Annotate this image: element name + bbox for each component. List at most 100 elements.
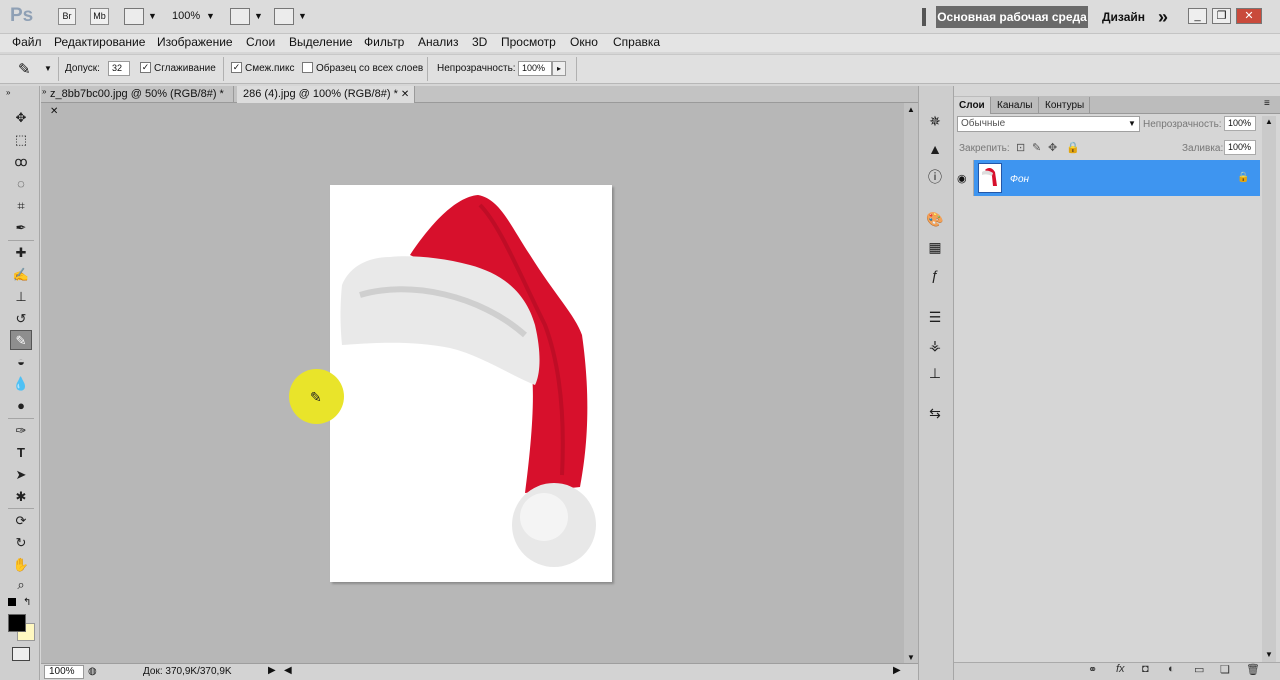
layers-scrollbar[interactable] — [1262, 116, 1276, 662]
blend-mode-select[interactable]: Обычные — [957, 116, 1140, 132]
scroll-down-icon[interactable]: ▼ — [1265, 650, 1273, 659]
chevron-down-icon[interactable]: ▼ — [206, 11, 215, 21]
chevron-down-icon[interactable]: ▼ — [254, 11, 263, 21]
marquee-tool-icon[interactable]: ⬚ — [10, 130, 32, 150]
lock-transparent-icon[interactable]: ⊡ — [1016, 141, 1025, 154]
screen-mode-button[interactable] — [274, 8, 294, 25]
type-tool-icon[interactable]: T — [10, 443, 32, 463]
histogram-panel-icon[interactable]: ▲ — [924, 138, 946, 160]
menu-layers[interactable]: Слои — [246, 35, 275, 49]
masks-panel-icon[interactable]: ⚶ — [924, 334, 946, 356]
workspace-design-button[interactable]: Дизайн — [1102, 10, 1145, 24]
bridge-button[interactable]: Br — [58, 8, 76, 25]
foreground-color-swatch[interactable] — [8, 614, 26, 632]
3d-orbit-tool-icon[interactable]: ↻ — [10, 533, 32, 553]
menu-view[interactable]: Просмотр — [501, 35, 556, 49]
history-panel-icon[interactable]: ⇆ — [924, 402, 946, 424]
status-preview-icon[interactable]: ◍ — [88, 666, 97, 677]
layer-style-icon[interactable]: fx — [1116, 663, 1125, 675]
menu-image[interactable]: Изображение — [157, 35, 233, 49]
clone-source-panel-icon[interactable]: ⊥ — [924, 362, 946, 384]
3d-rotate-tool-icon[interactable]: ⟳ — [10, 511, 32, 531]
new-group-icon[interactable]: ▭ — [1194, 663, 1204, 676]
menu-select[interactable]: Выделение — [289, 35, 353, 49]
menu-file[interactable]: Файл — [12, 35, 42, 49]
brush-tool-icon[interactable]: ✍ — [10, 265, 32, 285]
close-icon[interactable]: ✕ — [401, 89, 409, 100]
lasso-tool-icon[interactable]: ꝏ — [10, 152, 32, 172]
magic-eraser-preset-icon[interactable]: ✎ — [18, 60, 31, 78]
new-layer-icon[interactable]: ❏ — [1220, 663, 1230, 676]
crop-tool-icon[interactable]: ⌗ — [10, 196, 32, 216]
chevron-down-icon[interactable]: ▼ — [1128, 119, 1136, 128]
menu-edit[interactable]: Редактирование — [54, 35, 145, 49]
zoom-level-dropdown[interactable]: 100% — [172, 10, 200, 22]
color-panel-icon[interactable]: 🎨 — [924, 208, 946, 230]
layer-opacity-input[interactable]: 100% — [1224, 116, 1256, 131]
scroll-up-icon[interactable]: ▲ — [1265, 117, 1273, 126]
workspace-essentials-button[interactable]: Основная рабочая среда — [936, 6, 1088, 28]
info-panel-icon[interactable]: ⓘ — [924, 166, 946, 188]
link-layers-icon[interactable]: ⚭ — [1088, 663, 1097, 676]
styles-panel-icon[interactable]: ƒ — [924, 264, 946, 286]
swap-colors-icon[interactable]: ↰ — [23, 597, 31, 608]
chevron-down-icon[interactable]: ▼ — [148, 11, 157, 21]
zoom-status-field[interactable]: 100% — [44, 665, 84, 679]
lock-position-icon[interactable]: ✥ — [1048, 141, 1057, 154]
paint-bucket-tool-icon[interactable]: ◒ — [10, 352, 32, 372]
mini-bridge-button[interactable]: Mb — [90, 8, 109, 25]
quick-selection-tool-icon[interactable]: ◌ — [10, 174, 32, 194]
magic-eraser-tool-icon[interactable]: ✎ — [10, 330, 32, 350]
vertical-scrollbar[interactable] — [904, 103, 918, 663]
healing-brush-tool-icon[interactable]: ✚ — [10, 243, 32, 263]
chevron-down-icon[interactable]: ▼ — [44, 64, 52, 73]
hand-tool-icon[interactable]: ✋ — [10, 555, 32, 575]
restore-icon[interactable]: ❐ — [1212, 8, 1231, 24]
scroll-up-icon[interactable]: ▲ — [907, 105, 915, 114]
sample-all-layers-checkbox[interactable] — [302, 62, 313, 73]
contiguous-checkbox[interactable]: ✓ — [231, 62, 242, 73]
fill-input[interactable]: 100% — [1224, 140, 1256, 155]
swatches-panel-icon[interactable]: ▦ — [924, 236, 946, 258]
scroll-down-icon[interactable]: ▼ — [907, 653, 915, 662]
antialias-checkbox[interactable]: ✓ — [140, 62, 151, 73]
adjustments-panel-icon[interactable]: ☰ — [924, 306, 946, 328]
tab-document-1[interactable]: z_8bb7bc00.jpg @ 50% (RGB/8#) * ✕ — [44, 86, 234, 117]
quick-mask-icon[interactable] — [12, 647, 30, 661]
panel-menu-icon[interactable]: ≡ — [1264, 98, 1270, 109]
default-colors-icon[interactable] — [8, 598, 16, 606]
collapse-panel-icon[interactable]: » — [6, 88, 10, 97]
path-selection-tool-icon[interactable]: ➤ — [10, 465, 32, 485]
blur-tool-icon[interactable]: 💧 — [10, 374, 32, 394]
clone-stamp-tool-icon[interactable]: ⊥ — [10, 287, 32, 307]
menu-help[interactable]: Справка — [613, 35, 660, 49]
lock-all-icon[interactable]: 🔒 — [1066, 141, 1080, 154]
adjustment-layer-icon[interactable]: ◐ — [1168, 663, 1175, 675]
history-brush-tool-icon[interactable]: ↺ — [10, 309, 32, 329]
more-workspaces-icon[interactable]: » — [1158, 7, 1168, 28]
tab-paths[interactable]: Контуры — [1040, 97, 1091, 114]
menu-window[interactable]: Окно — [570, 35, 598, 49]
delete-layer-icon[interactable]: 🗑 — [1246, 663, 1260, 676]
menu-3d[interactable]: 3D — [472, 35, 487, 49]
move-tool-icon[interactable]: ✥ — [10, 108, 32, 128]
eyedropper-tool-icon[interactable]: ✒ — [10, 218, 32, 238]
minimize-icon[interactable]: _ — [1188, 8, 1207, 24]
tab-layers[interactable]: Слои — [954, 97, 991, 114]
navigator-panel-icon[interactable]: ✵ — [924, 110, 946, 132]
tab-channels[interactable]: Каналы — [992, 97, 1039, 114]
document-canvas[interactable] — [330, 185, 612, 582]
add-mask-icon[interactable]: ◘ — [1142, 663, 1149, 675]
dodge-tool-icon[interactable]: ● — [10, 396, 32, 416]
scroll-left-icon[interactable]: ◀ — [284, 665, 292, 676]
status-menu-arrow-icon[interactable]: ▶ — [268, 665, 276, 676]
close-icon[interactable]: ✕ — [50, 106, 58, 117]
lock-image-icon[interactable]: ✎ — [1032, 141, 1041, 154]
close-icon[interactable]: ✕ — [1236, 8, 1262, 24]
zoom-tool-icon[interactable]: ⌕ — [10, 575, 32, 595]
arrange-documents-button[interactable] — [230, 8, 250, 25]
opacity-slider-icon[interactable]: ▸ — [552, 61, 566, 76]
custom-shape-tool-icon[interactable]: ✱ — [10, 487, 32, 507]
opacity-input[interactable]: 100% — [518, 61, 552, 76]
tab-document-2[interactable]: 286 (4).jpg @ 100% (RGB/8#) * ✕ — [237, 86, 415, 103]
